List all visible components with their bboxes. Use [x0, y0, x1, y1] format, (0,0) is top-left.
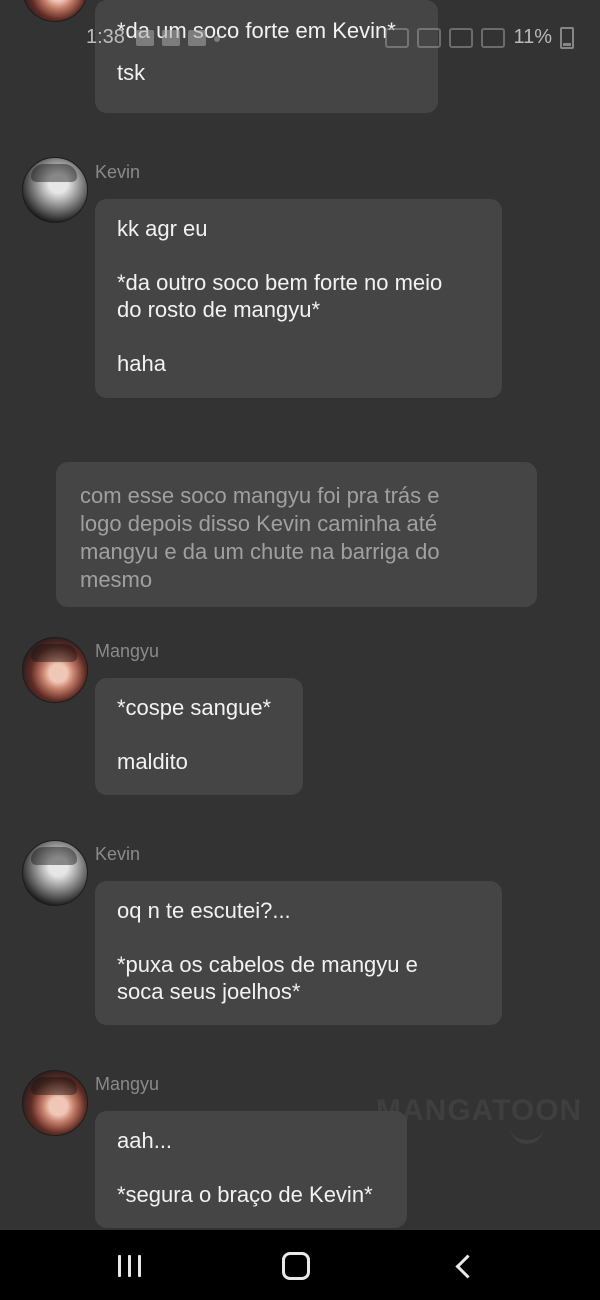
image-notification-icon [162, 30, 180, 46]
home-button[interactable] [274, 1248, 318, 1284]
back-icon [454, 1253, 480, 1279]
message-bubble[interactable]: *cospe sangue* maldito [95, 678, 303, 795]
message-bubble[interactable]: aah... *segura o braço de Kevin* [95, 1111, 407, 1228]
wifi-icon [449, 27, 474, 48]
system-navigation-bar [0, 1230, 600, 1300]
status-time: 1:38 [86, 26, 125, 48]
youtube-notification-icon [188, 30, 206, 46]
message-text: *segura o braço de Kevin* [117, 1182, 373, 1207]
watermark-swoosh-icon [510, 1126, 544, 1144]
sender-name: Mangyu [95, 641, 160, 661]
avatar[interactable] [22, 637, 88, 703]
battery-icon [560, 26, 574, 49]
status-bar: 1:38 11% [0, 22, 600, 58]
message-bubble[interactable]: oq n te escutei?... *puxa os cabelos de … [95, 881, 502, 1025]
message-text: kk agr eu [117, 216, 208, 241]
message-text: *da outro soco bem forte no meio do rost… [117, 270, 443, 322]
vpn-key-icon [385, 27, 410, 48]
more-notifications-icon [214, 36, 220, 42]
message-text: maldito [117, 749, 188, 774]
sender-name: Mangyu [95, 1074, 160, 1094]
notification-icons [136, 30, 220, 46]
avatar[interactable] [22, 157, 88, 223]
home-icon [282, 1252, 310, 1280]
back-button[interactable] [442, 1248, 486, 1284]
avatar[interactable] [22, 1070, 88, 1136]
signal-icon [481, 27, 506, 48]
mute-icon [417, 27, 442, 48]
narration-text: com esse soco mangyu foi pra trás e logo… [80, 483, 440, 592]
chat-screen: 1:38 11% *da um soco forte em Kevin* tsk… [0, 0, 600, 1300]
message-text: oq n te escutei?... [117, 898, 291, 923]
message-text: tsk [117, 60, 146, 85]
battery-percentage: 11% [513, 26, 552, 48]
narration-card: com esse soco mangyu foi pra trás e logo… [56, 462, 537, 607]
system-status: 11% [385, 26, 574, 49]
message-text: *puxa os cabelos de mangyu e soca seus j… [117, 952, 418, 1004]
avatar[interactable] [22, 0, 88, 22]
avatar[interactable] [22, 840, 88, 906]
message-text: aah... [117, 1128, 173, 1153]
sender-name: Kevin [95, 162, 141, 182]
message-text: haha [117, 351, 166, 376]
message-notification-icon [136, 30, 154, 46]
recent-apps-button[interactable] [107, 1248, 151, 1284]
recent-apps-icon [117, 1255, 141, 1277]
message-bubble[interactable]: kk agr eu *da outro soco bem forte no me… [95, 199, 502, 398]
message-text: *cospe sangue* [117, 695, 272, 720]
sender-name: Kevin [95, 844, 141, 864]
